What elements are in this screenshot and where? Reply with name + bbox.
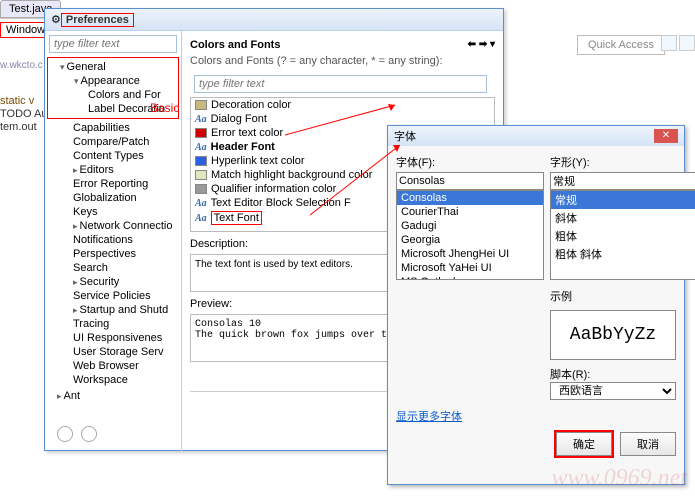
- tree-item-colors-fonts[interactable]: Colors and For: [48, 88, 178, 102]
- tree-item-ant[interactable]: Ant: [45, 389, 181, 403]
- list-item-label: Dialog Font: [211, 113, 267, 125]
- quick-access-input[interactable]: Quick Access: [577, 35, 665, 55]
- color-swatch: [195, 170, 207, 180]
- list-item[interactable]: Aa Dialog Font: [191, 112, 494, 126]
- list-item-label: Text Editor Block Selection F: [211, 197, 351, 209]
- perspective-icon[interactable]: [661, 35, 677, 51]
- tree-item[interactable]: User Storage Serv: [47, 345, 179, 359]
- sample-label: 示例: [550, 288, 676, 304]
- tree-item[interactable]: Service Policies: [47, 289, 179, 303]
- color-swatch: [195, 156, 207, 166]
- basic-annotation: Basic: [150, 101, 179, 115]
- script-label: 脚本(R):: [550, 366, 676, 382]
- filter-input[interactable]: [49, 35, 177, 53]
- tree-item[interactable]: Search: [47, 261, 179, 275]
- tree-item[interactable]: Content Types: [47, 149, 179, 163]
- close-icon[interactable]: ✕: [654, 129, 678, 143]
- tree-item[interactable]: Editors: [47, 163, 179, 177]
- list-item[interactable]: Microsoft YaHei UI: [397, 261, 543, 275]
- font-style-input[interactable]: [550, 172, 695, 190]
- tree-item[interactable]: Notifications: [47, 233, 179, 247]
- color-swatch: [195, 184, 207, 194]
- tree-item[interactable]: Security: [47, 275, 179, 289]
- perspective-icon[interactable]: [679, 35, 695, 51]
- font-family-list[interactable]: ConsolasCourierThaiGadugiGeorgiaMicrosof…: [396, 190, 544, 280]
- font-style-list[interactable]: 常规斜体粗体粗体 斜体: [550, 190, 695, 280]
- font-icon: Aa: [195, 213, 207, 224]
- tree-item-general[interactable]: General: [48, 60, 178, 74]
- tree-item[interactable]: Perspectives: [47, 247, 179, 261]
- color-swatch: [195, 128, 207, 138]
- tree-item[interactable]: Compare/Patch: [47, 135, 179, 149]
- font-style-label: 字形(Y):: [550, 154, 695, 170]
- list-item[interactable]: Gadugi: [397, 219, 543, 233]
- font-family-input[interactable]: [396, 172, 544, 190]
- page-subtitle: Colors and Fonts (? = any character, * =…: [190, 55, 495, 67]
- list-item-label: Hyperlink text color: [211, 155, 305, 167]
- list-item-label: Match highlight background color: [211, 169, 372, 181]
- tree-item[interactable]: Startup and Shutd: [47, 303, 179, 317]
- package-hint: w.wkcto.c: [0, 60, 40, 71]
- list-item[interactable]: CourierThai: [397, 205, 543, 219]
- tree-item[interactable]: Web Browser: [47, 359, 179, 373]
- list-item[interactable]: MS Outlook: [397, 275, 543, 280]
- code-snippet: static v TODO Auto tem.out: [0, 95, 45, 134]
- perspective-icons: [661, 35, 695, 51]
- tree-item[interactable]: Globalization: [47, 191, 179, 205]
- list-item[interactable]: Microsoft JhengHei UI: [397, 247, 543, 261]
- list-item-label: Text Font: [214, 212, 259, 224]
- tree-item[interactable]: Error Reporting: [47, 177, 179, 191]
- font-family-label: 字体(F):: [396, 154, 544, 170]
- font-cancel-button[interactable]: 取消: [620, 432, 676, 456]
- page-nav-icons: ⬅ ➡ ▾: [468, 39, 495, 51]
- list-item[interactable]: 常规: [551, 191, 695, 209]
- color-swatch: [195, 100, 207, 110]
- font-titlebar: 字体 ✕: [388, 126, 684, 146]
- font-icon: Aa: [195, 114, 207, 125]
- list-item[interactable]: 斜体: [551, 209, 695, 227]
- gear-icon: ⚙: [51, 13, 61, 26]
- help-icon[interactable]: [57, 426, 73, 442]
- page-title: Colors and Fonts: [190, 39, 280, 51]
- list-item[interactable]: 粗体: [551, 227, 695, 245]
- script-select[interactable]: 西欧语言: [550, 382, 676, 400]
- list-item-label: Qualifier information color: [211, 183, 336, 195]
- list-item[interactable]: Decoration color: [191, 98, 494, 112]
- list-item[interactable]: Consolas: [397, 191, 543, 205]
- tree-item-appearance[interactable]: Appearance: [48, 74, 178, 88]
- preferences-title: Preferences: [61, 13, 134, 27]
- more-fonts-link[interactable]: 显示更多字体: [396, 408, 462, 424]
- font-ok-button[interactable]: 确定: [556, 432, 612, 456]
- sample-box: AaBbYyZz: [550, 310, 676, 360]
- tree-item[interactable]: Tracing: [47, 317, 179, 331]
- list-item[interactable]: Georgia: [397, 233, 543, 247]
- font-dialog-title: 字体: [394, 128, 416, 144]
- list-item-label: Error text color: [211, 127, 283, 139]
- tree-item[interactable]: Workspace: [47, 373, 179, 387]
- import-export-icon[interactable]: [81, 426, 97, 442]
- tree-item[interactable]: UI Responsivenes: [47, 331, 179, 345]
- tree-item[interactable]: Capabilities: [47, 121, 179, 135]
- list-item[interactable]: 粗体 斜体: [551, 245, 695, 263]
- list-item-label: Decoration color: [211, 99, 291, 111]
- preferences-titlebar: ⚙ Preferences: [45, 9, 503, 31]
- font-dialog: 字体 ✕ 字体(F): ConsolasCourierThaiGadugiGeo…: [387, 125, 685, 485]
- font-icon: Aa: [195, 198, 207, 209]
- font-filter-input[interactable]: [194, 75, 487, 93]
- preferences-tree-pane: General Appearance Colors and For Label …: [45, 31, 182, 451]
- tree-item[interactable]: Network Connectio: [47, 219, 179, 233]
- font-icon: Aa: [195, 142, 207, 153]
- list-item-label: Header Font: [211, 141, 275, 153]
- tree-item[interactable]: Keys: [47, 205, 179, 219]
